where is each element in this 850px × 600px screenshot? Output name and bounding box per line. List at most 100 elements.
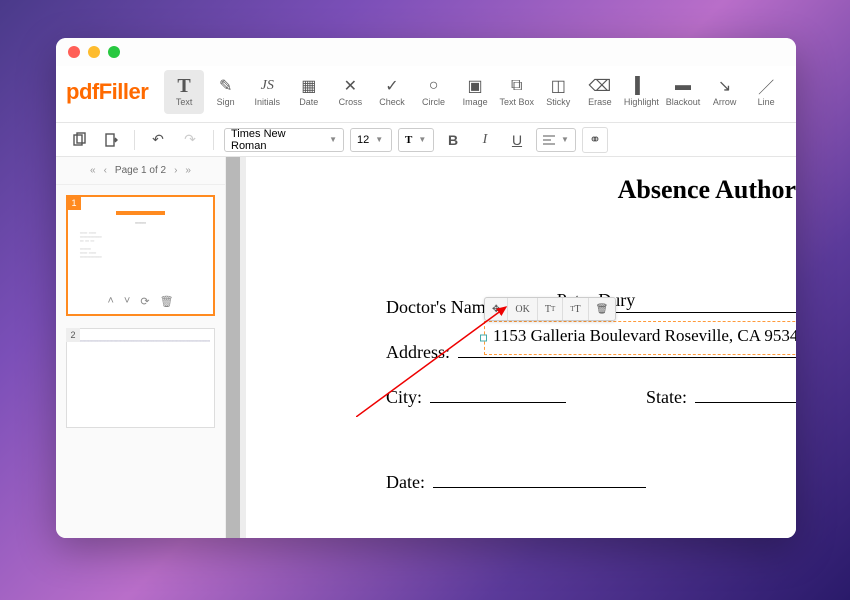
ok-button[interactable]: OK <box>508 298 537 320</box>
date-field: Date: <box>386 468 646 493</box>
city-field: City: <box>386 383 566 408</box>
move-down-button[interactable]: ˅ <box>124 295 130 308</box>
tool-date[interactable]: ▦ Date <box>289 70 329 114</box>
tool-blackout[interactable]: ▬ Blackout <box>663 70 703 114</box>
document-title: Absence Author <box>618 175 796 205</box>
cross-icon: ✕ <box>340 77 360 95</box>
redo-button[interactable]: ↷ <box>177 127 203 153</box>
tool-highlight[interactable]: ▍Highlight <box>622 70 662 114</box>
thumbnails-list: 1 ━━━━━━ ━━━━ ━━━━━━━━━━━━━━━━━━ ━━ ━━━━… <box>56 185 225 538</box>
chevron-down-icon: ▼ <box>561 135 569 144</box>
move-up-button[interactable]: ˄ <box>107 295 113 308</box>
state-line[interactable] <box>695 383 796 403</box>
tool-label: Arrow <box>713 97 737 107</box>
app-logo: pdfFiller <box>66 79 148 105</box>
increase-text-icon[interactable]: TT <box>538 298 563 320</box>
rotate-button[interactable]: ⟳ <box>140 295 149 308</box>
export-button[interactable] <box>98 127 124 153</box>
bold-button[interactable]: B <box>440 127 466 153</box>
active-text-box[interactable]: 1153 Galleria Boulevard Roseville, CA 95… <box>484 321 796 355</box>
date-label: Date: <box>386 472 425 493</box>
scroll-gutter <box>226 157 240 538</box>
font-value: Times New Roman <box>231 128 323 152</box>
link-button[interactable]: ⚭ <box>582 127 608 153</box>
content-area: « ‹ Page 1 of 2 › » 1 ━━━━━━ ━━━━ ━━━━━━… <box>56 157 796 538</box>
sticky-icon: ◫ <box>548 77 568 95</box>
text-style-select[interactable]: T▼ <box>398 128 434 152</box>
tool-text-box[interactable]: ⧉ Text Box <box>497 70 537 114</box>
thumbnail-1[interactable]: 1 ━━━━━━ ━━━━ ━━━━━━━━━━━━━━━━━━ ━━ ━━━━… <box>66 195 215 316</box>
doctor-name-label: Doctor's Name: <box>386 297 499 318</box>
tool-sign[interactable]: ✎ Sign <box>206 70 246 114</box>
thumbnail-sidebar: « ‹ Page 1 of 2 › » 1 ━━━━━━ ━━━━ ━━━━━━… <box>56 157 226 538</box>
tool-label: Highlight <box>624 97 659 107</box>
delete-page-button[interactable]: 🗑 <box>160 295 174 308</box>
close-window-button[interactable] <box>68 46 80 58</box>
date-line[interactable] <box>433 468 646 488</box>
size-select[interactable]: 12▼ <box>350 128 392 152</box>
first-page-button[interactable]: « <box>90 165 96 176</box>
blackout-icon: ▬ <box>673 77 693 95</box>
tool-label: Blackout <box>666 97 701 107</box>
tool-label: Date <box>299 97 318 107</box>
resize-handle-left[interactable] <box>480 335 487 342</box>
thumb-controls: ˄ ˅ ⟳ 🗑 <box>72 291 209 310</box>
check-icon: ✓ <box>382 77 402 95</box>
city-line[interactable] <box>430 383 566 403</box>
last-page-button[interactable]: » <box>185 165 191 176</box>
undo-button[interactable]: ↶ <box>145 127 171 153</box>
initials-icon: JS <box>257 77 277 95</box>
text-edit-popup: ✥ OK TT TT 🗑 <box>484 297 616 321</box>
tool-check[interactable]: ✓Check <box>372 70 412 114</box>
text-icon: T <box>174 77 194 95</box>
align-select[interactable]: ▼ <box>536 128 576 152</box>
tool-label: Line <box>758 97 775 107</box>
tool-label: Sticky <box>546 97 570 107</box>
decrease-text-icon[interactable]: TT <box>563 298 588 320</box>
state-label: State: <box>646 387 687 408</box>
tool-label: Sign <box>217 97 235 107</box>
page-indicator: Page 1 of 2 <box>115 165 166 176</box>
tool-cross[interactable]: ✕ Cross <box>331 70 371 114</box>
document-viewport[interactable]: Absence Author Doctor's Name: Peter Dury… <box>226 157 796 538</box>
format-toolbar: ↶ ↷ Times New Roman▼ 12▼ T▼ B I U ▼ ⚭ <box>56 123 796 157</box>
tool-line[interactable]: ／ Line <box>746 70 786 114</box>
line-icon: ／ <box>756 77 776 95</box>
main-toolbar: pdfFiller TText ✎ Sign JSInitials ▦ Date ✕ Cros… <box>56 66 796 123</box>
tool-erase[interactable]: ⌫Erase <box>580 70 620 114</box>
state-field: State: <box>646 383 796 408</box>
tool-circle[interactable]: ○Circle <box>414 70 454 114</box>
tool-sticky[interactable]: ◫ Sticky <box>538 70 578 114</box>
move-icon[interactable]: ✥ <box>485 298 508 320</box>
page-navigation: « ‹ Page 1 of 2 › » <box>56 157 225 185</box>
tool-label: Text Box <box>499 97 534 107</box>
titlebar <box>56 38 796 66</box>
document-page[interactable]: Absence Author Doctor's Name: Peter Dury… <box>246 157 796 538</box>
thumbnail-2[interactable]: 2 ━━━━━━━━━━━━━━━━━━━━━━━━━━━━━━━━━━━━━━… <box>66 328 215 428</box>
text-box-content: 1153 Galleria Boulevard Roseville, CA 95… <box>493 326 796 345</box>
tool-arrow[interactable]: ↘ Arrow <box>705 70 745 114</box>
text box-icon: ⧉ <box>507 77 527 95</box>
chevron-down-icon: ▼ <box>418 135 426 144</box>
image-icon: ▣ <box>465 77 485 95</box>
date-icon: ▦ <box>299 77 319 95</box>
divider <box>134 130 135 150</box>
thumb-number: 2 <box>66 328 80 342</box>
italic-button[interactable]: I <box>472 127 498 153</box>
copy-button[interactable] <box>66 127 92 153</box>
tool-label: Cross <box>339 97 363 107</box>
prev-page-button[interactable]: ‹ <box>104 165 107 176</box>
minimize-window-button[interactable] <box>88 46 100 58</box>
tool-initials[interactable]: JSInitials <box>247 70 287 114</box>
app-window: pdfFiller TText ✎ Sign JSInitials ▦ Date ✕ Cros… <box>56 38 796 538</box>
next-page-button[interactable]: › <box>174 165 177 176</box>
tool-text[interactable]: TText <box>164 70 204 114</box>
maximize-window-button[interactable] <box>108 46 120 58</box>
delete-text-icon[interactable]: 🗑 <box>589 298 616 320</box>
font-select[interactable]: Times New Roman▼ <box>224 128 344 152</box>
sign-icon: ✎ <box>216 77 236 95</box>
underline-button[interactable]: U <box>504 127 530 153</box>
thumb-number: 1 <box>67 196 81 210</box>
tool-image[interactable]: ▣Image <box>455 70 495 114</box>
arrow-icon: ↘ <box>715 77 735 95</box>
